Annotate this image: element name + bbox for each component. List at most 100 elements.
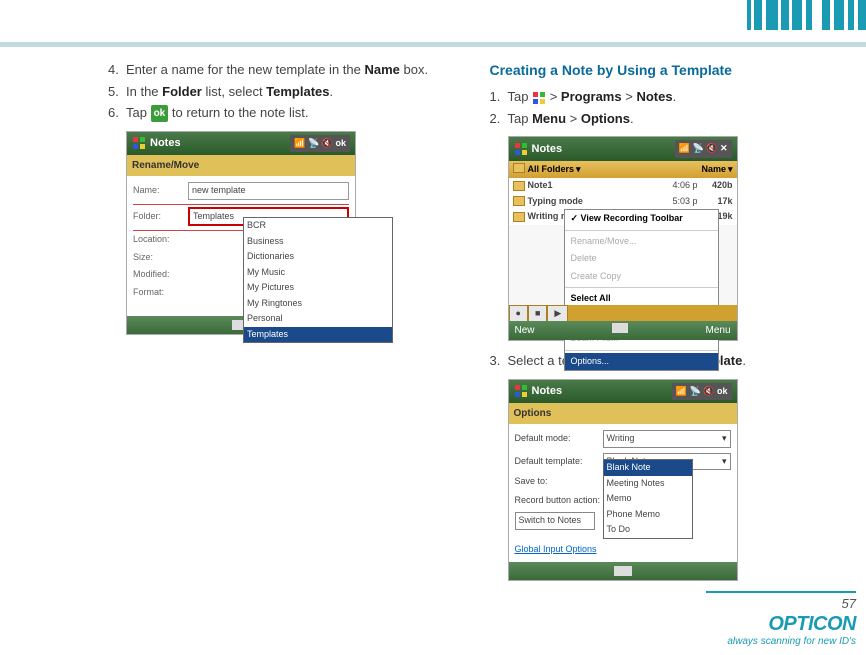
dropdown-item[interactable]: Phone Memo	[604, 507, 692, 523]
dropdown-item[interactable]: To Do	[604, 522, 692, 538]
new-button[interactable]: New	[515, 323, 535, 338]
all-folders: All Folders	[528, 163, 575, 177]
dropdown-item-selected[interactable]: Blank Note	[604, 460, 692, 476]
step2-c: >	[566, 111, 581, 126]
folder-dropdown[interactable]: BCR Business Dictionaries My Music My Pi…	[243, 217, 393, 343]
size-label: Size:	[133, 251, 188, 265]
context-menu: View Recording Toolbar Rename/Move... De…	[564, 209, 719, 371]
step-number: 1.	[490, 87, 508, 107]
dropdown-item[interactable]: My Ringtones	[244, 296, 392, 312]
step1-a: Tap	[508, 89, 533, 104]
tagline: always scanning for new ID's	[706, 636, 856, 647]
step4-text-a: Enter a name for the new template in the	[126, 62, 364, 77]
keyboard-icon[interactable]	[614, 566, 632, 576]
page-footer: 57 OPTICON always scanning for new ID's	[706, 591, 856, 647]
screenshot-options: Notes 📶 📡 🔇 ok Options Default mode: Wri…	[508, 379, 738, 582]
location-label: Location:	[133, 233, 188, 247]
start-icon	[532, 91, 546, 105]
step-number: 6.	[108, 103, 126, 123]
doc-tabs: ● ■ ▶	[509, 305, 737, 323]
step6-a: Tap	[126, 105, 151, 120]
file-row[interactable]: Typing mode5:03 p17k	[509, 194, 737, 210]
ss3-subtitle: Options	[509, 403, 737, 424]
ss3-title: Notes	[532, 383, 563, 400]
page-number: 57	[706, 596, 856, 611]
step5-a: In the	[126, 84, 162, 99]
name-field[interactable]: new template	[188, 182, 349, 200]
ss1-title: Notes	[150, 135, 181, 152]
step5-templates: Templates	[266, 84, 329, 99]
dropdown-item[interactable]: My Music	[244, 265, 392, 281]
record-button-label: Record button action:	[515, 494, 601, 508]
ss2-bottombar: New Menu	[509, 321, 737, 340]
status-icons: 📶 📡 🔇 ok	[290, 135, 350, 153]
menu-view-recording[interactable]: View Recording Toolbar	[565, 210, 718, 228]
default-mode-label: Default mode:	[515, 432, 603, 446]
tab-rec-icon[interactable]: ●	[509, 305, 528, 323]
step-number: 2.	[490, 109, 508, 129]
note-icon	[513, 196, 525, 206]
ok-icon: ok	[151, 105, 169, 122]
menu-options[interactable]: Options...	[565, 353, 718, 371]
start-icon	[514, 384, 528, 398]
ss2-title: Notes	[532, 141, 563, 158]
step2-e: .	[630, 111, 634, 126]
step1-f: .	[673, 89, 677, 104]
folder-header[interactable]: All Folders▾ Name▾	[509, 161, 737, 179]
menu-rename: Rename/Move...	[565, 233, 718, 251]
step5-folder: Folder	[162, 84, 202, 99]
ss3-bottombar	[509, 562, 737, 580]
step-number: 5.	[108, 82, 126, 102]
screenshot-rename-move: Notes 📶 📡 🔇 ok Rename/Move Name: new tem…	[126, 131, 356, 336]
name-label: Name:	[133, 184, 188, 198]
step1-d: >	[622, 89, 637, 104]
dropdown-item-selected[interactable]: Templates	[244, 327, 392, 343]
dropdown-item[interactable]: Meeting Notes	[604, 476, 692, 492]
note-icon	[513, 181, 525, 191]
step-number: 3.	[490, 351, 508, 371]
header-band	[0, 42, 866, 47]
keyboard-icon[interactable]	[612, 323, 628, 333]
folder-label: Folder:	[133, 210, 188, 224]
tab-stop-icon[interactable]: ■	[528, 305, 547, 323]
dropdown-item[interactable]: Dictionaries	[244, 249, 392, 265]
ss1-subtitle: Rename/Move	[127, 155, 355, 176]
format-label: Format:	[133, 286, 188, 300]
dropdown-item[interactable]: Business	[244, 234, 392, 250]
right-column: Creating a Note by Using a Template 1. T…	[490, 60, 832, 595]
name-header: Name	[701, 163, 726, 177]
step4-name: Name	[364, 62, 399, 77]
tab-play-icon[interactable]: ▶	[547, 305, 568, 323]
step1-notes: Notes	[636, 89, 672, 104]
file-row[interactable]: Note14:06 p420b	[509, 178, 737, 194]
menu-button[interactable]: Menu	[705, 323, 730, 338]
dropdown-item[interactable]: My Pictures	[244, 280, 392, 296]
start-icon	[514, 142, 528, 156]
step2-options: Options	[581, 111, 630, 126]
modified-label: Modified:	[133, 268, 188, 282]
dropdown-item[interactable]: Memo	[604, 491, 692, 507]
header-barcode	[747, 0, 866, 30]
folder-icon	[513, 163, 525, 173]
dropdown-item[interactable]: Personal	[244, 311, 392, 327]
switch-notes-field[interactable]: Switch to Notes	[515, 512, 595, 530]
ss2-titlebar: Notes 📶 📡 🔇 ✕	[509, 137, 737, 161]
opticon-logo: OPTICON	[706, 613, 856, 636]
global-input-link[interactable]: Global Input Options	[515, 543, 597, 557]
ss1-titlebar: Notes 📶 📡 🔇 ok	[127, 132, 355, 156]
default-mode-field[interactable]: Writing▾	[603, 430, 731, 448]
menu-delete: Delete	[565, 250, 718, 268]
template-dropdown[interactable]: Blank Note Meeting Notes Memo Phone Memo…	[603, 459, 693, 539]
step5-e: .	[330, 84, 334, 99]
step6-b: to return to the note list.	[168, 105, 308, 120]
step1-b: >	[546, 89, 561, 104]
save-to-label: Save to:	[515, 475, 603, 489]
step3-c: .	[742, 353, 746, 368]
step4-text-c: box.	[400, 62, 428, 77]
screenshot-notes-menu: Notes 📶 📡 🔇 ✕ All Folders▾ Name▾ Note14:…	[508, 136, 738, 341]
start-icon	[132, 136, 146, 150]
step-number: 4.	[108, 60, 126, 80]
default-template-label: Default template:	[515, 455, 603, 469]
section-heading: Creating a Note by Using a Template	[490, 60, 832, 81]
dropdown-item[interactable]: BCR	[244, 218, 392, 234]
